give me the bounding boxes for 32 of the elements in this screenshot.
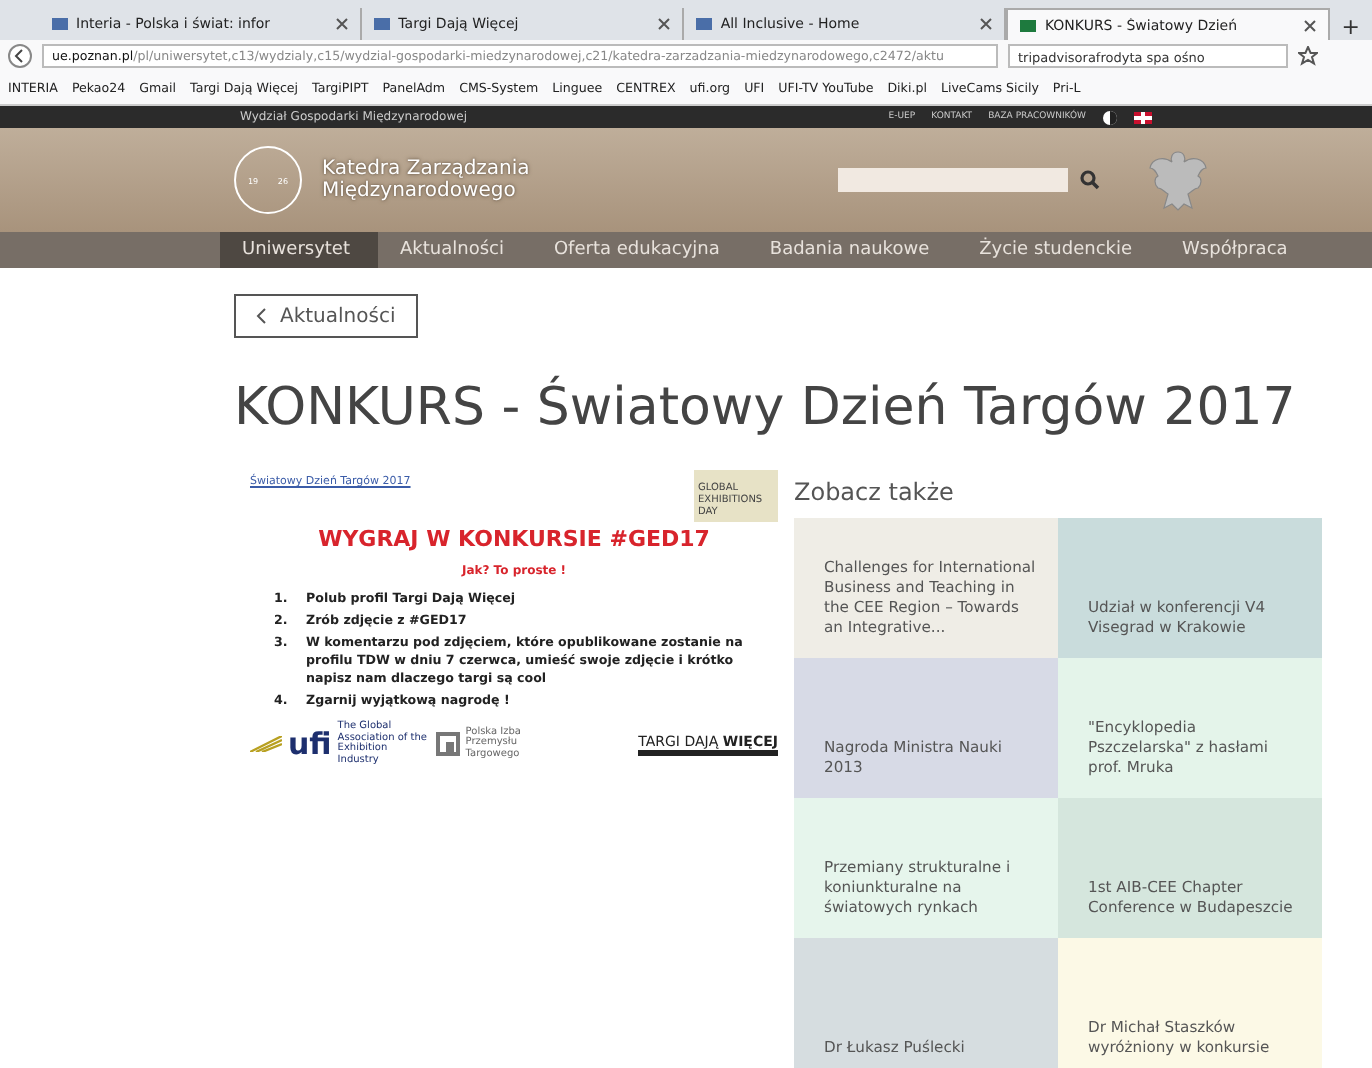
close-icon[interactable]	[336, 18, 349, 30]
nav-tab[interactable]: Życie studenckie	[957, 232, 1161, 268]
back-icon[interactable]	[8, 44, 32, 68]
nav-tab[interactable]: Aktualności	[378, 232, 532, 268]
nav-tab[interactable]: Współpraca	[1160, 232, 1316, 268]
slide-headline: WYGRAJ W KONKURSIE #GED17	[316, 526, 712, 552]
nav-tab[interactable]: Oferta edukacyjna	[531, 232, 748, 268]
nav-tab[interactable]: Uniwersytet	[220, 232, 378, 268]
department-name: Katedra Zarządzania	[322, 158, 530, 180]
star-icon[interactable]	[1298, 46, 1318, 66]
favicon-icon	[1020, 19, 1037, 31]
favicon-icon	[374, 18, 391, 30]
nav-tab[interactable]: Badania naukowe	[747, 232, 958, 268]
eagle-emblem-icon	[1148, 148, 1208, 212]
close-icon[interactable]	[658, 18, 671, 30]
flag-icon[interactable]	[1134, 111, 1152, 123]
favicon-icon	[52, 18, 68, 30]
favicon-icon	[696, 18, 713, 30]
back-button[interactable]: Aktualności	[234, 294, 418, 338]
ufi-logo: ufi	[288, 729, 332, 759]
swoosh-icon	[250, 736, 282, 752]
chevron-left-icon	[256, 308, 266, 324]
department-name: Międzynarodowego	[322, 180, 518, 202]
page-title: KONKURS - Światowy Dzień Targów 2017	[234, 378, 1298, 438]
close-icon[interactable]	[980, 18, 993, 30]
square-logo-icon	[435, 732, 460, 756]
close-icon[interactable]	[1303, 19, 1316, 31]
site-search-field[interactable]	[838, 168, 1068, 192]
contrast-icon[interactable]	[1102, 109, 1118, 125]
section-heading: Zobacz także	[794, 478, 956, 506]
search-icon[interactable]	[1080, 170, 1100, 190]
new-tab-button[interactable]: +	[1329, 14, 1372, 40]
